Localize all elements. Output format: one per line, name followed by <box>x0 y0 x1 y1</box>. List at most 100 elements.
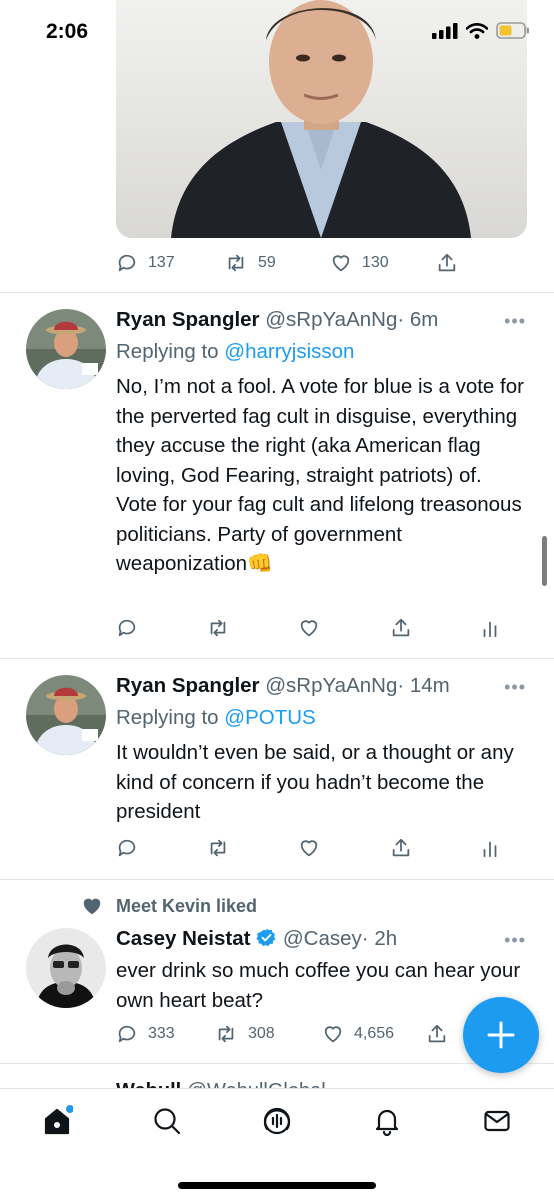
retweet-count: 59 <box>258 254 276 271</box>
author-name[interactable]: Ryan Spangler <box>116 308 260 331</box>
verified-badge-icon <box>256 928 276 947</box>
avatar-photo <box>26 675 106 755</box>
analytics-icon <box>483 621 497 638</box>
like-button[interactable] <box>298 837 390 859</box>
tweet-text: No, I’m not a fool. A vote for blue is a… <box>116 375 524 575</box>
tweet-header: Ryan Spangler @sRpYaAnNg· 14m <box>116 673 450 699</box>
avatar[interactable] <box>26 928 106 1008</box>
analytics-icon <box>483 841 497 858</box>
reply-icon <box>118 1025 136 1043</box>
tweet-text: It wouldn’t even be said, or a thought o… <box>116 741 514 823</box>
reply-count: 333 <box>148 1025 175 1042</box>
like-count: 4,656 <box>354 1025 395 1042</box>
analytics-button[interactable] <box>480 617 500 639</box>
retweet-button[interactable]: 308 <box>214 1023 322 1045</box>
author-name[interactable]: Ryan Spangler <box>116 674 260 697</box>
tab-home[interactable] <box>32 1101 82 1141</box>
share-icon <box>428 1024 446 1043</box>
tweet-actions: 137 59 130 <box>116 248 536 278</box>
retweet-icon <box>228 254 244 272</box>
share-button[interactable] <box>426 1023 448 1045</box>
reply-icon <box>118 254 136 272</box>
compose-tweet-button[interactable] <box>463 997 539 1073</box>
wifi-icon <box>466 22 488 39</box>
like-button[interactable]: 4,656 <box>322 1023 426 1045</box>
avatar-photo <box>26 928 106 1008</box>
tweet-text: ever drink so much coffee you can hear y… <box>116 959 521 1012</box>
reply-button[interactable] <box>116 837 206 859</box>
author-handle[interactable]: @Casey <box>283 927 362 950</box>
heart-icon <box>324 1026 342 1043</box>
share-button[interactable] <box>390 617 480 639</box>
social-context[interactable]: Meet Kevin liked <box>116 896 257 917</box>
replying-to: Replying to @POTUS <box>116 705 316 731</box>
author-handle[interactable]: @sRpYaAnNg <box>265 674 397 697</box>
tab-notifications[interactable] <box>362 1101 412 1141</box>
battery-icon <box>496 22 529 39</box>
signal-icon <box>432 22 458 39</box>
retweet-icon <box>210 619 226 637</box>
scroll-indicator[interactable] <box>542 536 547 586</box>
home-icon <box>44 1105 73 1135</box>
replying-to-link[interactable]: @harryjsisson <box>224 340 354 363</box>
share-icon <box>438 253 456 272</box>
retweet-button[interactable] <box>206 617 298 639</box>
share-icon <box>392 838 410 857</box>
reply-icon <box>118 839 136 857</box>
author-name[interactable]: Casey Neistat <box>116 927 250 950</box>
plus-icon <box>487 1021 515 1049</box>
tweet[interactable]: Ryan Spangler @sRpYaAnNg· 14m ••• Replyi… <box>0 659 554 879</box>
tweet-header: Ryan Spangler @sRpYaAnNg· 6m <box>116 307 438 333</box>
more-options-button[interactable]: ••• <box>504 311 526 332</box>
tab-messages[interactable] <box>472 1101 522 1141</box>
tweet-actions <box>116 613 526 643</box>
tweet[interactable]: Ryan Spangler @sRpYaAnNg· 6m ••• Replyin… <box>0 293 554 658</box>
reply-count: 137 <box>148 254 175 271</box>
avatar-photo <box>26 309 106 389</box>
avatar[interactable] <box>26 309 106 389</box>
retweet-count: 308 <box>248 1025 275 1042</box>
reply-icon <box>118 619 136 637</box>
share-icon <box>392 618 410 637</box>
tweet-header: Casey Neistat @Casey· 2h <box>116 926 397 952</box>
replying-to-link[interactable]: @POTUS <box>224 706 315 729</box>
retweet-icon <box>210 839 226 857</box>
tweet-time: · 2h <box>361 927 398 950</box>
tweet-time: · 6m <box>397 308 439 331</box>
share-button[interactable] <box>390 837 480 859</box>
heart-icon <box>300 840 318 857</box>
divider <box>0 1063 554 1064</box>
reply-button[interactable] <box>116 617 206 639</box>
more-options-button[interactable]: ••• <box>504 677 526 698</box>
more-options-button[interactable]: ••• <box>504 930 526 951</box>
tweet-actions: 333 308 4,656 <box>116 1019 456 1049</box>
analytics-button[interactable] <box>480 837 500 859</box>
messages-icon <box>484 1110 510 1132</box>
spaces-icon <box>263 1107 291 1135</box>
avatar[interactable] <box>26 675 106 755</box>
search-icon <box>154 1108 181 1135</box>
heart-filled-icon <box>83 898 101 915</box>
replying-to: Replying to @harryjsisson <box>116 339 354 365</box>
share-button[interactable] <box>436 252 458 274</box>
like-button[interactable] <box>298 617 390 639</box>
tab-spaces[interactable] <box>252 1101 302 1141</box>
tweet-actions <box>116 833 526 863</box>
status-icons <box>432 22 530 39</box>
tab-search[interactable] <box>142 1101 192 1141</box>
heart-icon <box>300 620 318 637</box>
like-button[interactable]: 130 <box>330 252 436 274</box>
replying-label: Replying to <box>116 340 225 363</box>
home-indicator <box>178 1182 376 1189</box>
heart-icon <box>332 255 350 272</box>
notifications-icon <box>375 1109 399 1136</box>
retweet-button[interactable] <box>206 837 298 859</box>
tweet-time: · 14m <box>397 674 450 697</box>
author-handle[interactable]: @sRpYaAnNg <box>265 308 397 331</box>
retweet-button[interactable]: 59 <box>224 252 330 274</box>
retweet-icon <box>218 1025 234 1043</box>
reply-button[interactable]: 137 <box>116 252 224 274</box>
like-count: 130 <box>362 254 389 271</box>
reply-button[interactable]: 333 <box>116 1023 214 1045</box>
status-time: 2:06 <box>46 20 89 43</box>
